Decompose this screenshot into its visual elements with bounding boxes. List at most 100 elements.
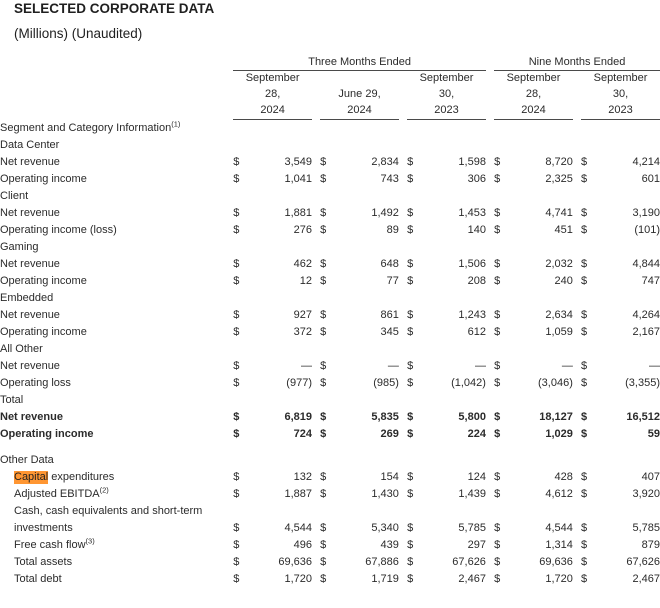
currency-symbol: $ <box>494 155 501 168</box>
cell-value <box>508 503 572 520</box>
currency-symbol <box>407 137 421 154</box>
currency-symbol: $ <box>581 359 588 372</box>
currency-symbol: $ <box>581 257 588 270</box>
currency-symbol: $ <box>233 427 240 440</box>
table-row: Capital expenditures $132 $154 $124 $428 $407 <box>0 469 660 486</box>
cell-value: 1,029 <box>545 427 573 440</box>
column-header-2: September 30, 2023 <box>419 71 474 116</box>
cell-value <box>595 137 660 154</box>
cell-value: 69,636 <box>539 555 573 568</box>
cell-value: 2,032 <box>545 257 573 270</box>
currency-symbol: $ <box>581 538 588 551</box>
currency-symbol: $ <box>407 487 414 500</box>
cell-value <box>248 120 312 137</box>
currency-symbol <box>581 137 595 154</box>
table-row: Total assets $69,636 $67,886 $67,626 $69,636… <box>0 554 660 571</box>
currency-symbol <box>581 503 595 520</box>
currency-symbol: $ <box>233 206 240 219</box>
cell-value: 747 <box>641 274 660 287</box>
cell-value: 3,920 <box>632 487 660 500</box>
currency-symbol: $ <box>320 274 327 287</box>
footnote-marker: (2) <box>99 484 109 494</box>
cell-value: 2,634 <box>545 308 573 321</box>
currency-symbol <box>407 503 421 520</box>
currency-symbol: $ <box>494 555 501 568</box>
row-label: Operating income (loss) <box>0 223 117 236</box>
document-page: SELECTED CORPORATE DATA (Millions) (Unau… <box>0 2 660 608</box>
cell-value <box>595 188 660 205</box>
cell-value: 67,626 <box>452 555 486 568</box>
cell-value: 3,549 <box>284 155 312 168</box>
currency-symbol: $ <box>233 257 240 270</box>
currency-symbol: $ <box>233 572 240 585</box>
row-label: Operating income <box>0 325 87 338</box>
table-row: Net revenue $1,881 $1,492 $1,453 $4,741 $3,19… <box>0 205 660 222</box>
currency-symbol: $ <box>407 521 414 534</box>
currency-symbol <box>320 239 334 256</box>
column-group-three-months: Three Months Ended <box>308 56 411 68</box>
currency-symbol: $ <box>407 325 414 338</box>
currency-symbol <box>494 341 508 358</box>
group-heading: Client <box>0 189 29 202</box>
currency-symbol <box>407 120 421 137</box>
cell-value: 1,430 <box>371 487 399 500</box>
table-row: investments $4,544 $5,340 $5,785 $4,544 $5,78… <box>0 520 660 537</box>
currency-symbol: $ <box>320 521 327 534</box>
currency-symbol <box>494 239 508 256</box>
currency-symbol: $ <box>233 555 240 568</box>
currency-symbol: $ <box>581 206 588 219</box>
currency-symbol: $ <box>407 538 414 551</box>
cell-value: (977) <box>286 376 312 389</box>
cell-value: 1,598 <box>458 155 486 168</box>
table-row: Cash, cash equivalents and short-term <box>0 503 660 520</box>
row-label: Operating income <box>0 172 87 185</box>
page-title: SELECTED CORPORATE DATA <box>14 1 215 16</box>
currency-symbol <box>233 392 247 409</box>
cell-value: 224 <box>467 427 486 440</box>
cell-value <box>421 452 486 469</box>
currency-symbol: $ <box>494 172 501 185</box>
currency-symbol: $ <box>320 308 327 321</box>
cell-value: 77 <box>386 274 399 287</box>
currency-symbol: $ <box>407 555 414 568</box>
currency-symbol: $ <box>581 410 588 423</box>
column-header-1: June 29, 2024 <box>338 87 381 116</box>
cell-value: — <box>300 359 312 372</box>
group-heading-row: All Other <box>0 341 660 358</box>
currency-symbol <box>581 392 595 409</box>
cell-value: 5,785 <box>632 521 660 534</box>
cell-value: 1,453 <box>458 206 486 219</box>
cell-value: 2,167 <box>632 325 660 338</box>
currency-symbol <box>494 120 508 137</box>
cell-value: 861 <box>380 308 399 321</box>
cell-value <box>595 120 660 137</box>
currency-symbol <box>320 503 334 520</box>
group-heading-row: Data Center <box>0 137 660 154</box>
currency-symbol <box>320 120 334 137</box>
currency-symbol: $ <box>233 470 240 483</box>
cell-value: 496 <box>293 538 312 551</box>
row-label: Free cash flow(3) <box>14 535 95 551</box>
column-date-row: September 28, 2024 June 29, 2024 Septemb… <box>0 71 660 119</box>
cell-value: 1,059 <box>545 325 573 338</box>
cell-value: 5,835 <box>371 410 399 423</box>
column-group-row: Three Months Ended Nine Months Ended <box>0 56 660 70</box>
cell-value: 4,844 <box>632 257 660 270</box>
currency-symbol: $ <box>320 487 327 500</box>
currency-symbol: $ <box>233 155 240 168</box>
cell-value: 724 <box>293 427 312 440</box>
currency-symbol: $ <box>407 470 414 483</box>
cell-value: (3,046) <box>538 376 573 389</box>
table-row: Total debt $1,720 $1,719 $2,467 $1,720 $2,467 <box>0 571 660 588</box>
cell-value: (985) <box>373 376 399 389</box>
currency-symbol: $ <box>407 206 414 219</box>
currency-symbol <box>581 341 595 358</box>
cell-value: 4,214 <box>632 155 660 168</box>
cell-value: 4,741 <box>545 206 573 219</box>
cell-value <box>334 392 398 409</box>
group-heading-row: Gaming <box>0 239 660 256</box>
row-label: Total debt <box>14 572 62 585</box>
cell-value: 601 <box>641 172 660 185</box>
cell-value <box>334 503 398 520</box>
currency-symbol: $ <box>407 223 414 236</box>
